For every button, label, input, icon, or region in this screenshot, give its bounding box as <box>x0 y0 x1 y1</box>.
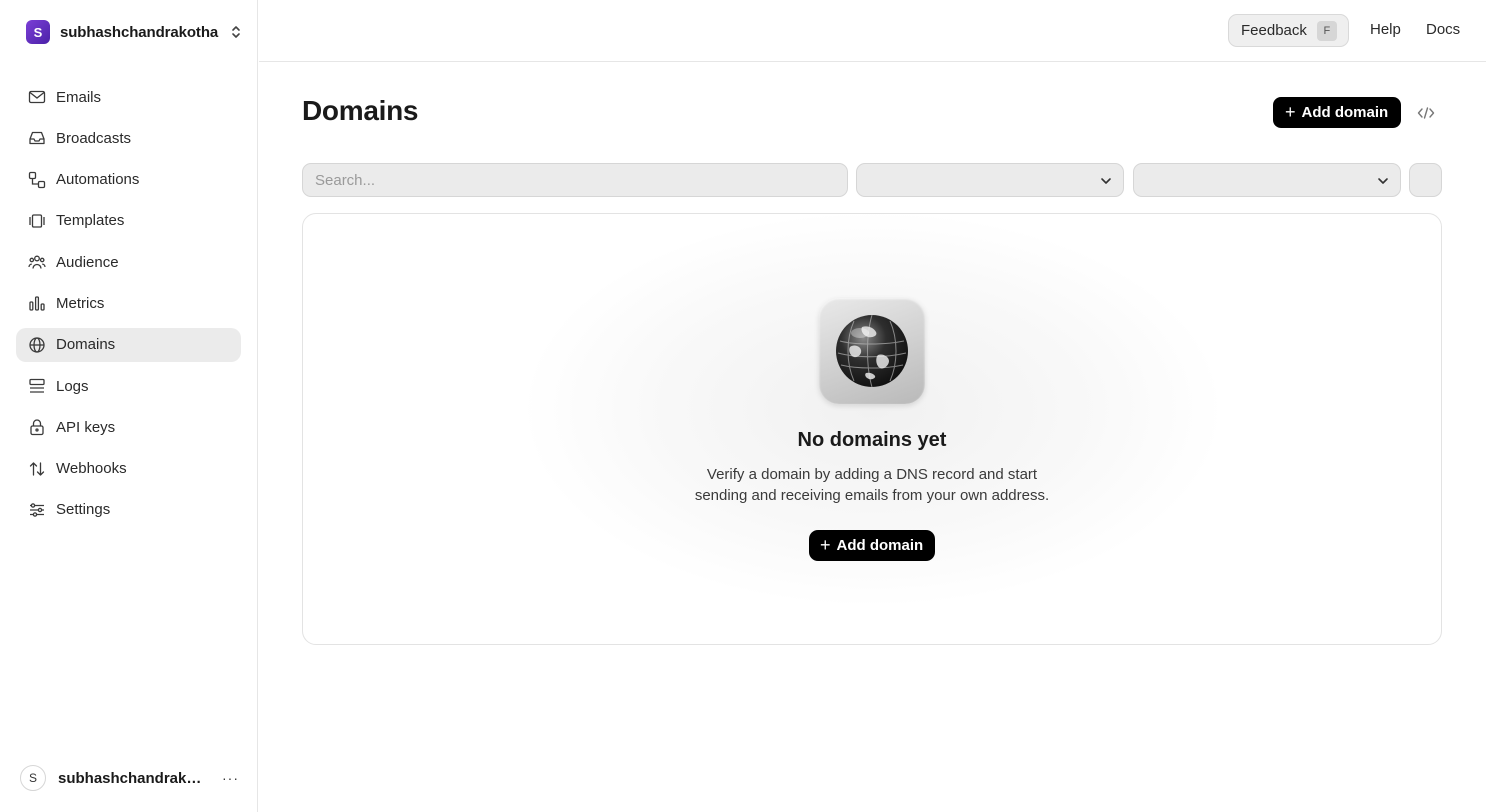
empty-state-title: No domains yet <box>797 429 947 451</box>
empty-state-add-domain-button[interactable]: + Add domain <box>809 530 936 561</box>
team-avatar: S <box>26 20 50 44</box>
sidebar-item-templates[interactable]: Templates <box>16 204 241 238</box>
plus-icon: + <box>1285 101 1296 122</box>
logs-icon <box>28 377 46 395</box>
filter-options-button[interactable] <box>1409 163 1442 197</box>
sidebar-item-label: Templates <box>56 212 125 230</box>
lock-icon <box>28 418 46 436</box>
add-domain-label: Add domain <box>836 537 924 554</box>
sidebar-item-label: Domains <box>56 336 116 354</box>
sidebar-item-audience[interactable]: Audience <box>16 245 241 279</box>
sidebar-item-label: API keys <box>56 418 116 436</box>
page-title: Domains <box>302 95 419 126</box>
docs-link[interactable]: Docs <box>1426 21 1460 38</box>
mail-icon <box>28 88 46 106</box>
help-link[interactable]: Help <box>1370 21 1401 38</box>
chevron-down-icon <box>1101 178 1111 184</box>
bar-chart-icon <box>28 294 46 312</box>
sidebar-item-label: Audience <box>56 253 119 271</box>
globe-icon <box>28 336 46 354</box>
sidebar-item-domains[interactable]: Domains <box>16 327 241 362</box>
sidebar-item-label: Automations <box>56 171 140 189</box>
shortcut-badge: F <box>1316 20 1337 41</box>
feedback-button[interactable]: Feedback F <box>1228 14 1349 47</box>
sidebar-item-webhooks[interactable]: Webhooks <box>16 452 241 486</box>
sidebar-item-label: Logs <box>56 377 89 395</box>
topbar: Feedback F Help Docs <box>259 0 1486 62</box>
empty-state-description: Verify a domain by adding a DNS record a… <box>303 464 1441 506</box>
globe-illustration-icon <box>819 298 925 404</box>
sidebar-item-emails[interactable]: Emails <box>16 80 241 114</box>
search-input[interactable] <box>302 163 848 197</box>
chevron-updown-icon <box>232 26 240 38</box>
sidebar-item-label: Settings <box>56 501 111 519</box>
sidebar-item-automations[interactable]: Automations <box>16 163 241 197</box>
arrows-updown-icon <box>28 460 46 478</box>
add-domain-button[interactable]: + Add domain <box>1273 97 1402 128</box>
chevron-down-icon <box>1378 178 1388 184</box>
user-name: subhashchandrakotha <box>58 769 210 787</box>
sidebar-item-broadcasts[interactable]: Broadcasts <box>16 121 241 155</box>
sliders-icon <box>28 501 46 519</box>
sidebar-item-label: Broadcasts <box>56 129 132 147</box>
code-icon[interactable] <box>1414 103 1438 123</box>
sidebar-item-label: Metrics <box>56 294 105 312</box>
sidebar-item-metrics[interactable]: Metrics <box>16 286 241 320</box>
region-select[interactable] <box>1133 163 1401 197</box>
sidebar: S subhashchandrakotha Emails Broadcasts … <box>0 0 258 812</box>
description-line: Verify a domain by adding a DNS record a… <box>706 466 1038 483</box>
sidebar-nav: Emails Broadcasts Automations Templates … <box>16 80 241 534</box>
add-domain-label: Add domain <box>1301 104 1389 121</box>
users-icon <box>28 253 46 271</box>
more-icon[interactable]: ··· <box>222 770 239 786</box>
avatar: S <box>20 765 46 791</box>
empty-state-card: No domains yet Verify a domain by adding… <box>302 213 1442 645</box>
sidebar-item-api-keys[interactable]: API keys <box>16 410 241 444</box>
template-icon <box>28 212 46 230</box>
status-select[interactable] <box>856 163 1124 197</box>
workflow-icon <box>28 171 46 189</box>
team-switcher[interactable]: S subhashchandrakotha <box>16 14 252 50</box>
description-line: sending and receiving emails from your o… <box>694 487 1050 504</box>
sidebar-item-logs[interactable]: Logs <box>16 369 241 403</box>
sidebar-item-settings[interactable]: Settings <box>16 493 241 527</box>
feedback-label: Feedback <box>1241 22 1307 39</box>
filter-bar <box>302 163 1442 197</box>
team-name: subhashchandrakotha <box>60 23 219 41</box>
sidebar-item-label: Webhooks <box>56 460 127 478</box>
inbox-icon <box>28 129 46 147</box>
user-menu[interactable]: S subhashchandrakotha ··· <box>20 764 240 792</box>
plus-icon: + <box>820 534 831 555</box>
sidebar-item-label: Emails <box>56 88 102 106</box>
